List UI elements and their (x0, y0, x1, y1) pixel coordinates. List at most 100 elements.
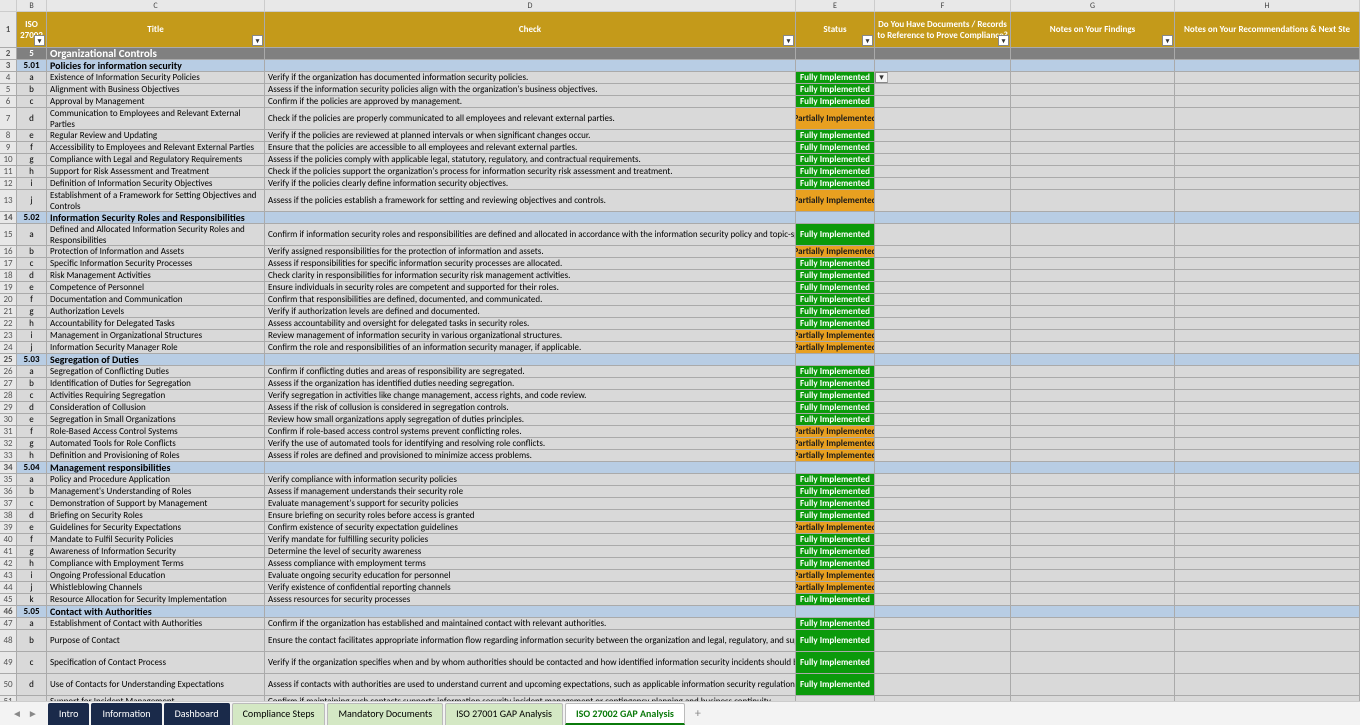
table-row[interactable]: 8 e Regular Review and Updating Verify i… (0, 130, 1360, 142)
cell-check[interactable]: Confirm existence of security expectatio… (265, 522, 796, 533)
cell-iso[interactable]: d (17, 674, 47, 695)
cell-check[interactable]: Assess if responsibilities for specific … (265, 258, 796, 269)
row-number[interactable]: 41 (0, 546, 17, 557)
row-number[interactable]: 42 (0, 558, 17, 569)
cell-title[interactable]: Approval by Management (47, 96, 265, 107)
row-number[interactable]: 35 (0, 474, 17, 485)
row-number[interactable]: 16 (0, 246, 17, 257)
table-row[interactable]: 7 d Communication to Employees and Relev… (0, 108, 1360, 130)
cell-iso[interactable]: e (17, 282, 47, 293)
cell-documents[interactable] (875, 474, 1011, 485)
cell-recommendations[interactable] (1175, 342, 1360, 353)
cell-recommendations[interactable] (1175, 282, 1360, 293)
cell-title[interactable]: Policies for information security (47, 60, 265, 71)
cell-documents[interactable] (875, 84, 1011, 95)
cell-title[interactable]: Risk Management Activities (47, 270, 265, 281)
cell-findings[interactable] (1011, 474, 1175, 485)
row-number[interactable]: 9 (0, 142, 17, 153)
table-row[interactable]: 38 d Briefing on Security Roles Ensure b… (0, 510, 1360, 522)
cell-recommendations[interactable] (1175, 354, 1360, 365)
cell-status[interactable]: Partially Implemented (796, 570, 875, 581)
table-row[interactable]: 29 d Consideration of Collusion Assess i… (0, 402, 1360, 414)
cell-status[interactable]: Fully Implemented (796, 558, 875, 569)
cell-findings[interactable] (1011, 630, 1175, 651)
cell-title[interactable]: Definition and Provisioning of Roles (47, 450, 265, 461)
cell-documents[interactable] (875, 282, 1011, 293)
row-number[interactable]: 7 (0, 108, 17, 129)
cell-findings[interactable] (1011, 318, 1175, 329)
cell-findings[interactable] (1011, 342, 1175, 353)
cell-check[interactable]: Assess if roles are defined and provisio… (265, 450, 796, 461)
cell-recommendations[interactable] (1175, 84, 1360, 95)
cell-iso[interactable]: b (17, 84, 47, 95)
cell-title[interactable]: Protection of Information and Assets (47, 246, 265, 257)
cell-documents[interactable] (875, 570, 1011, 581)
cell-check[interactable]: Assess resources for security processes (265, 594, 796, 605)
row-number[interactable]: 4 (0, 72, 17, 83)
table-row[interactable]: 32 g Automated Tools for Role Conflicts … (0, 438, 1360, 450)
cell-status[interactable]: Fully Implemented (796, 270, 875, 281)
cell-status[interactable]: Partially Implemented (796, 582, 875, 593)
cell-findings[interactable] (1011, 498, 1175, 509)
cell-check[interactable] (265, 462, 796, 473)
cell-iso[interactable]: f (17, 426, 47, 437)
table-row[interactable]: 45 k Resource Allocation for Security Im… (0, 594, 1360, 606)
cell-title[interactable]: Awareness of Information Security (47, 546, 265, 557)
cell-iso[interactable]: c (17, 258, 47, 269)
filter-icon[interactable] (998, 35, 1009, 46)
cell-recommendations[interactable] (1175, 390, 1360, 401)
cell-findings[interactable] (1011, 534, 1175, 545)
cell-findings[interactable] (1011, 426, 1175, 437)
cell-documents[interactable] (875, 258, 1011, 269)
cell-iso[interactable]: d (17, 108, 47, 129)
cell-documents[interactable] (875, 606, 1011, 617)
cell-findings[interactable] (1011, 212, 1175, 223)
cell-check[interactable]: Confirm if the policies are approved by … (265, 96, 796, 107)
row-number[interactable]: 37 (0, 498, 17, 509)
row-number[interactable]: 49 (0, 652, 17, 673)
row-number[interactable]: 26 (0, 366, 17, 377)
cell-title[interactable]: Support for Risk Assessment and Treatmen… (47, 166, 265, 177)
cell-status[interactable]: Fully Implemented (796, 630, 875, 651)
cell-findings[interactable] (1011, 366, 1175, 377)
cell-findings[interactable] (1011, 450, 1175, 461)
cell-title[interactable]: Ongoing Professional Education (47, 570, 265, 581)
cell-findings[interactable] (1011, 270, 1175, 281)
cell-title[interactable]: Purpose of Contact (47, 630, 265, 651)
cell-status[interactable]: Partially Implemented (796, 342, 875, 353)
cell-findings[interactable] (1011, 142, 1175, 153)
cell-status[interactable] (796, 606, 875, 617)
cell-findings[interactable] (1011, 166, 1175, 177)
cell-title[interactable]: Activities Requiring Segregation (47, 390, 265, 401)
dropdown-arrow-icon[interactable]: ▾ (875, 72, 888, 83)
table-row[interactable]: 12 i Definition of Information Security … (0, 178, 1360, 190)
cell-findings[interactable] (1011, 546, 1175, 557)
cell-recommendations[interactable] (1175, 48, 1360, 59)
filter-icon[interactable] (862, 35, 873, 46)
cell-check[interactable]: Check clarity in responsibilities for in… (265, 270, 796, 281)
row-number[interactable]: 6 (0, 96, 17, 107)
cell-iso[interactable]: f (17, 534, 47, 545)
cell-title[interactable]: Briefing on Security Roles (47, 510, 265, 521)
cell-status[interactable]: Partially Implemented (796, 108, 875, 129)
cell-check[interactable]: Verify compliance with information secur… (265, 474, 796, 485)
cell-iso[interactable]: 5.05 (17, 606, 47, 617)
cell-check[interactable]: Check if the policies support the organi… (265, 166, 796, 177)
row-number[interactable]: 34 (0, 462, 17, 473)
cell-status[interactable]: Fully Implemented (796, 378, 875, 389)
cell-recommendations[interactable] (1175, 108, 1360, 129)
cell-findings[interactable] (1011, 72, 1175, 83)
row-number[interactable]: 44 (0, 582, 17, 593)
filter-icon[interactable] (1162, 35, 1173, 46)
cell-recommendations[interactable] (1175, 450, 1360, 461)
row-number[interactable]: 45 (0, 594, 17, 605)
row-number[interactable]: 19 (0, 282, 17, 293)
table-row[interactable]: 50 d Use of Contacts for Understanding E… (0, 674, 1360, 696)
table-row[interactable]: 11 h Support for Risk Assessment and Tre… (0, 166, 1360, 178)
cell-recommendations[interactable] (1175, 142, 1360, 153)
header-documents[interactable]: Do You Have Documents / Records to Refer… (875, 12, 1011, 47)
table-row[interactable]: 16 b Protection of Information and Asset… (0, 246, 1360, 258)
cell-iso[interactable]: g (17, 438, 47, 449)
cell-title[interactable]: Compliance with Legal and Regulatory Req… (47, 154, 265, 165)
cell-recommendations[interactable] (1175, 258, 1360, 269)
